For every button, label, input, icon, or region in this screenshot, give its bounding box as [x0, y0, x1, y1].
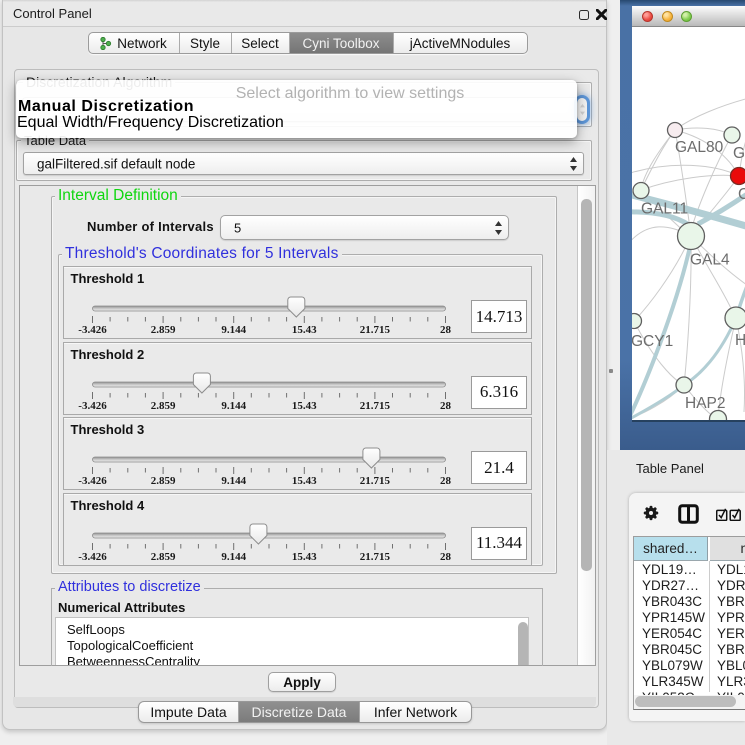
- svg-text:GAL11: GAL11: [641, 201, 688, 218]
- svg-text:28: 28: [440, 551, 452, 563]
- svg-text:C: C: [738, 186, 745, 203]
- svg-text:21.715: 21.715: [359, 551, 390, 563]
- svg-text:21.715: 21.715: [359, 324, 390, 336]
- svg-text:-3.426: -3.426: [78, 400, 107, 412]
- svg-text:-3.426: -3.426: [78, 475, 107, 487]
- svg-text:GAL80: GAL80: [675, 139, 724, 156]
- svg-text:2.859: 2.859: [150, 475, 175, 487]
- svg-text:9.144: 9.144: [221, 551, 246, 563]
- svg-text:-3.426: -3.426: [78, 324, 107, 336]
- svg-text:21.715: 21.715: [359, 475, 390, 487]
- svg-text:-3.426: -3.426: [78, 551, 107, 563]
- svg-text:21.715: 21.715: [359, 400, 390, 412]
- svg-text:28: 28: [440, 475, 452, 487]
- svg-text:2.859: 2.859: [150, 324, 175, 336]
- svg-text:HA: HA: [735, 332, 745, 349]
- svg-text:GAL4: GAL4: [690, 252, 730, 269]
- svg-text:15.43: 15.43: [291, 400, 316, 412]
- svg-text:15.43: 15.43: [291, 475, 316, 487]
- svg-text:9.144: 9.144: [221, 324, 246, 336]
- svg-text:28: 28: [440, 324, 452, 336]
- svg-text:GA: GA: [733, 145, 745, 162]
- svg-text:HAP2: HAP2: [685, 395, 726, 412]
- svg-text:GCY1: GCY1: [632, 333, 673, 350]
- svg-text:15.43: 15.43: [291, 551, 316, 563]
- svg-text:2.859: 2.859: [150, 551, 175, 563]
- svg-text:15.43: 15.43: [291, 324, 316, 336]
- svg-text:28: 28: [440, 400, 452, 412]
- svg-text:2.859: 2.859: [150, 400, 175, 412]
- svg-text:9.144: 9.144: [221, 400, 246, 412]
- svg-text:9.144: 9.144: [221, 475, 246, 487]
